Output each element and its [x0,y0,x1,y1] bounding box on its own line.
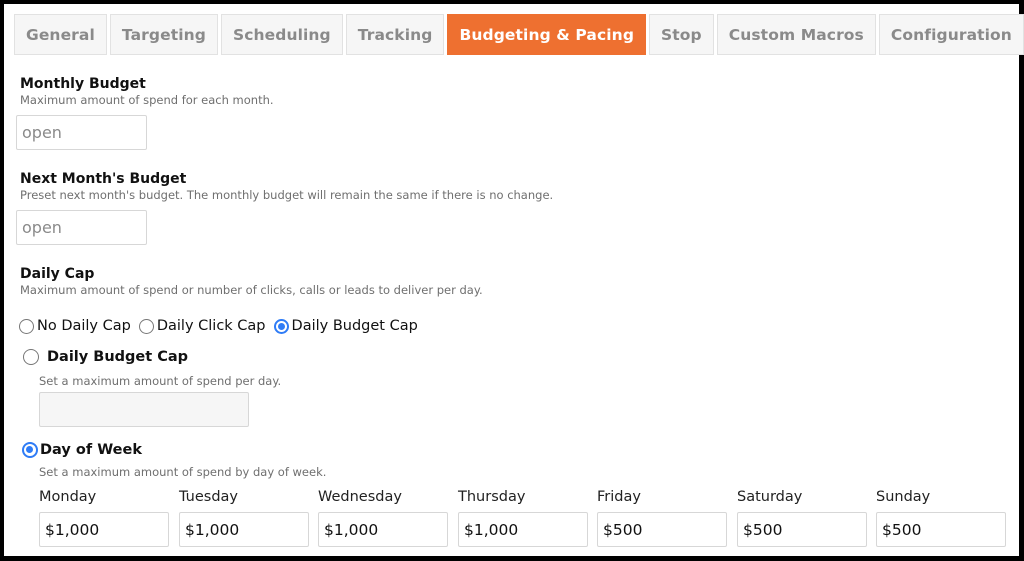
daily-budget-cap-description: Set a maximum amount of spend per day. [39,374,282,388]
day-field-friday: Friday [597,487,727,547]
day-budget-input[interactable] [597,512,727,547]
day-field-sunday: Sunday [876,487,1006,547]
day-field-monday: Monday [39,487,169,547]
radio-option-daily-click-cap[interactable]: Daily Click Cap [138,318,266,334]
tab-tracking[interactable]: Tracking [345,14,445,55]
day-label: Sunday [876,489,931,505]
radio-option-no-daily-cap[interactable]: No Daily Cap [19,318,131,334]
day-budget-input[interactable] [39,512,169,547]
radio-button[interactable] [138,318,154,334]
tab-targeting[interactable]: Targeting [109,14,218,55]
radio-button[interactable] [23,349,39,365]
day-of-week-description: Set a maximum amount of spend by day of … [39,465,327,479]
day-budget-input[interactable] [737,512,867,547]
day-budget-input[interactable] [179,512,309,547]
daily-cap-radio-group: No Daily Cap Daily Click Cap Daily Budge… [19,318,426,334]
day-budget-input[interactable] [458,512,588,547]
daily-budget-cap-input[interactable] [39,392,249,427]
radio-button[interactable] [19,318,34,334]
day-field-wednesday: Wednesday [318,487,448,547]
radio-label: Daily Budget Cap [291,318,418,334]
daily-cap-section: Daily Cap Maximum amount of spend or num… [20,265,483,298]
sub-option-daily-budget-cap[interactable]: Daily Budget Cap [23,349,188,365]
sub-option-label: Daily Budget Cap [47,349,189,365]
monthly-budget-input[interactable] [16,115,147,150]
next-month-budget-input[interactable] [16,210,147,245]
radio-button-selected[interactable] [22,442,38,458]
day-label: Monday [39,489,97,505]
tab-stop[interactable]: Stop [649,14,714,55]
monthly-budget-title: Monthly Budget [20,76,146,92]
next-month-budget-title: Next Month's Budget [20,171,187,187]
daily-cap-title: Daily Cap [20,266,95,282]
day-label: Wednesday [318,489,402,505]
tab-bar: General Targeting Scheduling Tracking Bu… [14,14,1024,55]
tab-budgeting-pacing[interactable]: Budgeting & Pacing [447,14,647,55]
sub-option-day-of-week[interactable]: Day of Week [22,442,142,458]
radio-button-selected[interactable] [273,318,289,334]
day-budget-input[interactable] [318,512,448,547]
tab-general[interactable]: General [14,14,107,55]
tab-custom-macros[interactable]: Custom Macros [716,14,876,55]
day-label: Tuesday [179,489,238,505]
day-label: Friday [597,489,641,505]
tab-configuration[interactable]: Configuration [878,14,1024,55]
tab-scheduling[interactable]: Scheduling [220,14,343,55]
day-field-saturday: Saturday [737,487,867,547]
next-month-budget-section: Next Month's Budget Preset next month's … [20,170,553,203]
day-label: Thursday [458,489,526,505]
radio-label: Daily Click Cap [156,318,266,334]
day-budget-input[interactable] [876,512,1006,547]
day-field-tuesday: Tuesday [179,487,309,547]
daily-cap-description: Maximum amount of spend or number of cli… [20,283,483,297]
day-field-thursday: Thursday [458,487,588,547]
sub-option-label: Day of Week [40,442,142,458]
monthly-budget-description: Maximum amount of spend for each month. [20,93,274,107]
radio-label: No Daily Cap [37,318,131,334]
radio-option-daily-budget-cap[interactable]: Daily Budget Cap [273,318,418,334]
monthly-budget-section: Monthly Budget Maximum amount of spend f… [20,75,274,108]
page-frame: General Targeting Scheduling Tracking Bu… [0,0,1024,561]
next-month-budget-description: Preset next month's budget. The monthly … [20,188,554,202]
day-label: Saturday [737,489,803,505]
